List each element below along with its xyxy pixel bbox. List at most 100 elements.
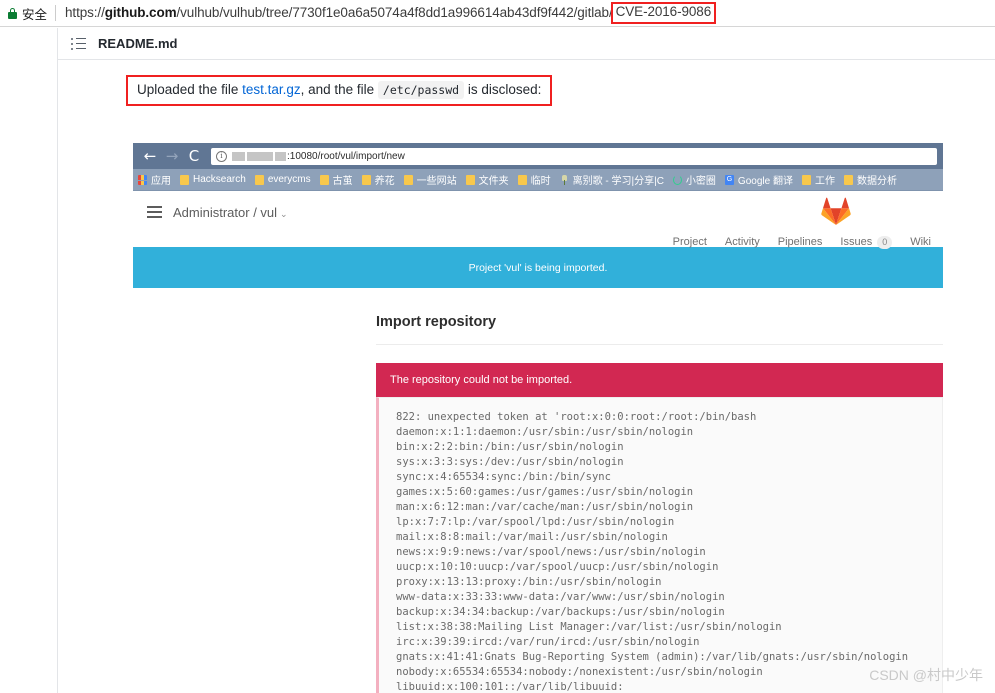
embedded-browser-toolbar: ← → C i :10080/root/vul/import/new: [133, 143, 943, 169]
nav-item-activity[interactable]: Activity: [725, 236, 760, 248]
bookmark-label: 文件夹: [478, 176, 509, 187]
code-line: list:x:38:38:Mailing List Manager:/var/l…: [396, 621, 782, 633]
bookmark-item[interactable]: everycms: [254, 174, 311, 185]
bookmark-label: 工作: [814, 176, 835, 187]
breadcrumb-label: Administrator / vul: [173, 205, 278, 220]
caption-text-before: Uploaded the file: [137, 82, 243, 97]
folder-icon: [403, 174, 413, 185]
code-line: mail:x:8:8:mail:/var/mail:/usr/sbin/nolo…: [396, 531, 668, 543]
caption-text-after: is disclosed:: [464, 82, 542, 97]
page-title: Import repository: [376, 314, 497, 330]
code-line: games:x:5:60:games:/usr/games:/usr/sbin/…: [396, 486, 694, 498]
gitlab-main-content: Import repository The repository could n…: [133, 288, 943, 693]
browser-url-bar[interactable]: 安全 https://github.com/vulhub/vulhub/tree…: [0, 0, 995, 27]
bookmark-item[interactable]: G Google 翻译: [724, 172, 793, 187]
bookmark-label: 数据分析: [856, 176, 897, 187]
flash-message-banner: Project 'vul' is being imported.: [133, 247, 943, 288]
flash-message-text: Project 'vul' is being imported.: [468, 261, 608, 274]
bookmark-item[interactable]: 一些网站: [403, 172, 457, 187]
passwd-output-code-block: 822: unexpected token at 'root:x:0:0:roo…: [376, 397, 943, 693]
caption-text: Uploaded the file test.tar.gz, and the f…: [137, 81, 542, 99]
bookmark-item[interactable]: 临时: [517, 172, 551, 187]
chevron-down-icon[interactable]: ⌄: [280, 209, 288, 219]
readme-content: Uploaded the file test.tar.gz, and the f…: [58, 61, 995, 693]
url-domain: github.com: [104, 5, 177, 21]
bookmark-item[interactable]: 应用: [138, 172, 171, 187]
nav-item-wiki[interactable]: Wiki: [910, 236, 931, 248]
caption-text-middle: , and the file: [300, 82, 378, 97]
reload-icon[interactable]: C: [183, 148, 205, 164]
folder-icon: [180, 174, 189, 185]
title-divider: [376, 344, 943, 345]
nav-label: Issues: [840, 236, 873, 249]
nav-item-project[interactable]: Project: [673, 236, 707, 248]
code-line: www-data:x:33:33:www-data:/var/www:/usr/…: [396, 591, 725, 603]
gitlab-tanuki-logo: [821, 197, 851, 225]
nav-label: Activity: [724, 236, 760, 249]
url-bar-divider: [55, 5, 57, 21]
issues-count-badge: 0: [877, 236, 893, 249]
readme-file-header: README.md: [58, 28, 995, 60]
bookmark-label: 小密圈: [685, 176, 716, 187]
bookmark-item[interactable]: 文件夹: [465, 172, 509, 187]
readme-filename: README.md: [98, 36, 178, 51]
code-line: nobody:x:65534:65534:nobody:/nonexistent…: [396, 666, 763, 678]
folder-icon: [319, 174, 329, 185]
test-targz-link[interactable]: test.tar.gz: [242, 82, 301, 97]
lock-icon: [8, 7, 17, 19]
code-line: libuuid:x:100:101::/var/lib/libuuid:: [396, 681, 624, 693]
bookmark-item[interactable]: 小密圈: [672, 172, 716, 187]
bookmark-label: 古茧: [332, 176, 353, 187]
redacted-host: [232, 151, 286, 161]
folder-icon: [517, 174, 527, 185]
code-line: man:x:6:12:man:/var/cache/man:/usr/sbin/…: [396, 501, 694, 513]
folder-icon: [465, 174, 475, 185]
code-line: backup:x:34:34:backup:/var/backups:/usr/…: [396, 606, 725, 618]
cve-highlight-annotation: CVE-2016-9086: [610, 2, 717, 24]
code-line: lp:x:7:7:lp:/var/spool/lpd:/usr/sbin/nol…: [396, 516, 675, 528]
bookmark-item[interactable]: 工作: [801, 172, 835, 187]
nav-label: Project: [672, 236, 707, 249]
folder-icon: [801, 174, 811, 185]
github-left-rail: [0, 28, 58, 693]
folder-icon: [843, 174, 853, 185]
list-unordered-icon[interactable]: [71, 37, 86, 50]
nav-label: Wiki: [910, 236, 931, 249]
nav-item-issues[interactable]: Issues 0: [840, 236, 893, 249]
breadcrumb[interactable]: Administrator / vul ⌄: [173, 205, 288, 220]
nav-item-pipelines[interactable]: Pipelines: [778, 236, 823, 248]
gitlab-project-nav: Project Activity Pipelines Issues 0 Wiki: [673, 236, 931, 249]
bookmark-label: 离别歌 - 学习|分享|C: [572, 176, 664, 187]
bookmark-item[interactable]: 古茧: [319, 172, 353, 187]
bookmark-label: 一些网站: [416, 176, 457, 187]
bookmark-label: Google 翻译: [737, 176, 793, 187]
github-page: README.md Uploaded the file test.tar.gz,…: [0, 28, 995, 693]
forward-icon[interactable]: →: [161, 148, 183, 164]
address-bar-text[interactable]: https://github.com/vulhub/vulhub/tree/77…: [65, 2, 717, 24]
bookmark-item[interactable]: 数据分析: [843, 172, 897, 187]
code-line: irc:x:39:39:ircd:/var/run/ircd:/usr/sbin…: [396, 636, 700, 648]
code-line: daemon:x:1:1:daemon:/usr/sbin:/usr/sbin/…: [396, 426, 694, 438]
gitlab-app: Administrator / vul ⌄ Project Activity P…: [133, 191, 943, 693]
code-line: uucp:x:10:10:uucp:/var/spool/uucp:/usr/s…: [396, 561, 719, 573]
gitlab-top-bar: Administrator / vul ⌄ Project Activity P…: [133, 191, 943, 249]
embedded-screenshot: ← → C i :10080/root/vul/import/new 应用 Ha…: [133, 143, 943, 693]
embedded-address-bar[interactable]: i :10080/root/vul/import/new: [211, 147, 937, 165]
site-info-icon[interactable]: i: [216, 150, 227, 162]
url-scheme: https://: [65, 5, 105, 21]
code-line: bin:x:2:2:bin:/bin:/usr/sbin/nologin: [396, 441, 624, 453]
embedded-url-text: :10080/root/vul/import/new: [287, 150, 405, 162]
bookmark-item[interactable]: Hacksearch: [180, 174, 246, 185]
nav-label: Pipelines: [777, 236, 823, 249]
bookmarks-bar: 应用 Hacksearch everycms 古茧 养花 一些网站 文件夹 临时…: [133, 169, 943, 191]
circle-ring-icon: [672, 174, 682, 185]
google-translate-icon: G: [724, 174, 734, 185]
csdn-watermark: CSDN @村中少年: [869, 667, 983, 683]
code-line: sys:x:3:3:sys:/dev:/usr/sbin/nologin: [396, 456, 624, 468]
hamburger-menu-icon[interactable]: [147, 206, 162, 218]
code-line: gnats:x:41:41:Gnats Bug-Reporting System…: [396, 651, 909, 663]
import-error-alert: The repository could not be imported.: [376, 363, 943, 397]
back-icon[interactable]: ←: [139, 148, 161, 164]
bookmark-item[interactable]: 离别歌 - 学习|分享|C: [560, 172, 664, 187]
bookmark-item[interactable]: 养花: [361, 172, 395, 187]
